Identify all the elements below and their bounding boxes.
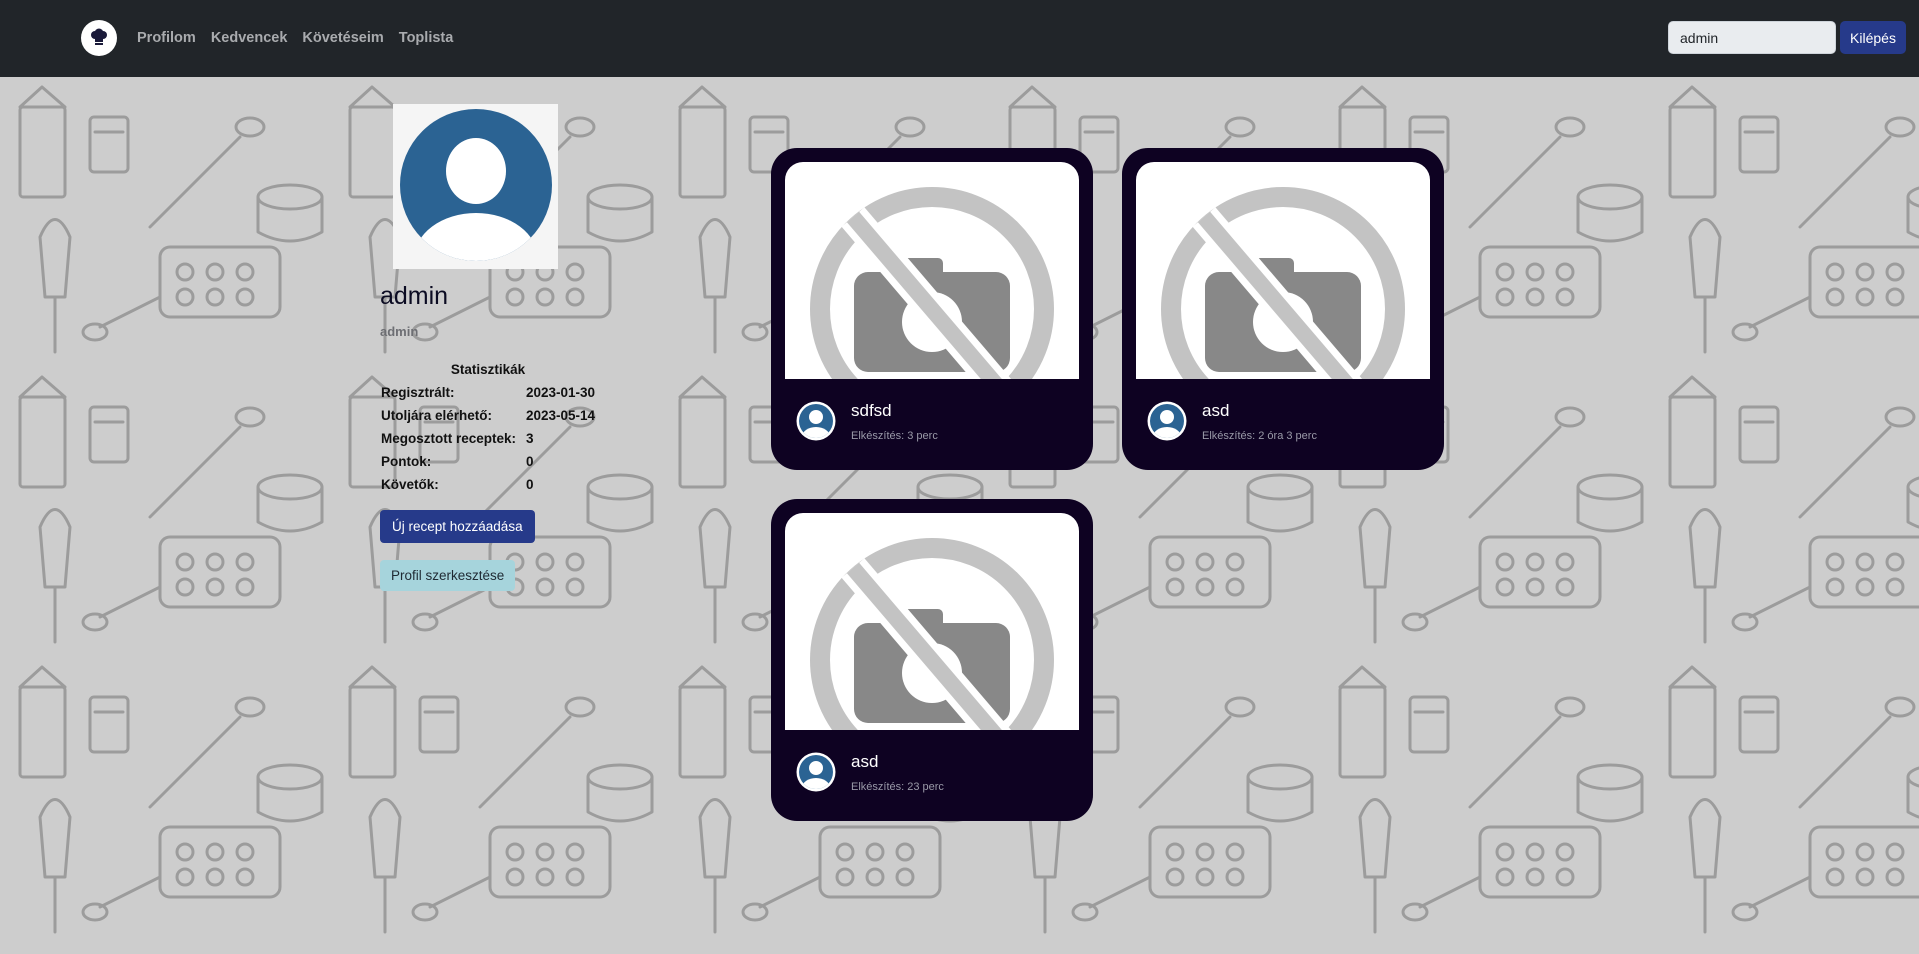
stat-row: Pontok: 0 <box>380 450 596 473</box>
no-image-camera-icon <box>1161 187 1405 379</box>
stat-row: Utoljára elérhető: 2023-05-14 <box>380 404 596 427</box>
stat-row: Megosztott receptek: 3 <box>380 427 596 450</box>
nav-link-following[interactable]: Követéseim <box>302 30 383 46</box>
stat-row: Regisztrált: 2023-01-30 <box>380 381 596 404</box>
add-recipe-button[interactable]: Új recept hozzáadása <box>380 510 535 543</box>
stat-row: Követők: 0 <box>380 473 596 496</box>
stat-label: Pontok: <box>381 454 432 469</box>
author-avatar-icon <box>796 401 836 441</box>
navbar: Profilom Kedvencek Követéseim Toplista K… <box>0 0 1919 77</box>
logout-button[interactable]: Kilépés <box>1840 21 1906 54</box>
recipe-prep-time: Elkészítés: 3 perc <box>851 430 938 442</box>
chef-hat-logo-icon[interactable] <box>81 20 117 56</box>
search-input[interactable] <box>1668 21 1836 54</box>
recipe-title: asd <box>1202 401 1230 420</box>
stat-value: 3 <box>526 431 534 446</box>
recipe-card[interactable]: sdfsd Elkészítés: 3 perc <box>771 148 1093 470</box>
recipe-image <box>1136 162 1430 379</box>
stat-label: Megosztott receptek: <box>381 431 517 446</box>
recipe-card[interactable]: asd Elkészítés: 2 óra 3 perc <box>1122 148 1444 470</box>
stats-title: Statisztikák <box>450 361 526 377</box>
user-avatar-icon <box>400 109 552 261</box>
recipe-image <box>785 162 1079 379</box>
main-nav: Profilom Kedvencek Követéseim Toplista <box>137 30 453 46</box>
stat-value: 2023-01-30 <box>526 385 596 400</box>
recipe-prep-time: Elkészítés: 23 perc <box>851 781 944 793</box>
recipe-title: asd <box>851 752 879 771</box>
recipe-prep-time: Elkészítés: 2 óra 3 perc <box>1202 430 1317 442</box>
author-avatar-icon <box>1147 401 1187 441</box>
stats-table: Statisztikák Regisztrált: 2023-01-30 Utol… <box>380 357 596 496</box>
stat-value: 0 <box>526 477 534 492</box>
stat-value: 0 <box>526 454 534 469</box>
profile-avatar <box>393 104 558 269</box>
profile-role: admin <box>380 324 419 339</box>
stat-label: Regisztrált: <box>381 385 455 400</box>
nav-link-profile[interactable]: Profilom <box>137 30 196 46</box>
recipe-image <box>785 513 1079 730</box>
edit-profile-button[interactable]: Profil szerkesztése <box>380 560 516 591</box>
no-image-camera-icon <box>810 187 1054 379</box>
profile-username: admin <box>380 282 449 310</box>
author-avatar-icon <box>796 752 836 792</box>
stat-value: 2023-05-14 <box>526 408 596 423</box>
stat-label: Követők: <box>381 477 439 492</box>
recipe-title: sdfsd <box>851 401 892 420</box>
nav-link-toplist[interactable]: Toplista <box>399 30 454 46</box>
nav-link-favorites[interactable]: Kedvencek <box>211 30 288 46</box>
stat-label: Utoljára elérhető: <box>381 408 493 423</box>
recipe-card[interactable]: asd Elkészítés: 23 perc <box>771 499 1093 821</box>
no-image-camera-icon <box>810 538 1054 730</box>
